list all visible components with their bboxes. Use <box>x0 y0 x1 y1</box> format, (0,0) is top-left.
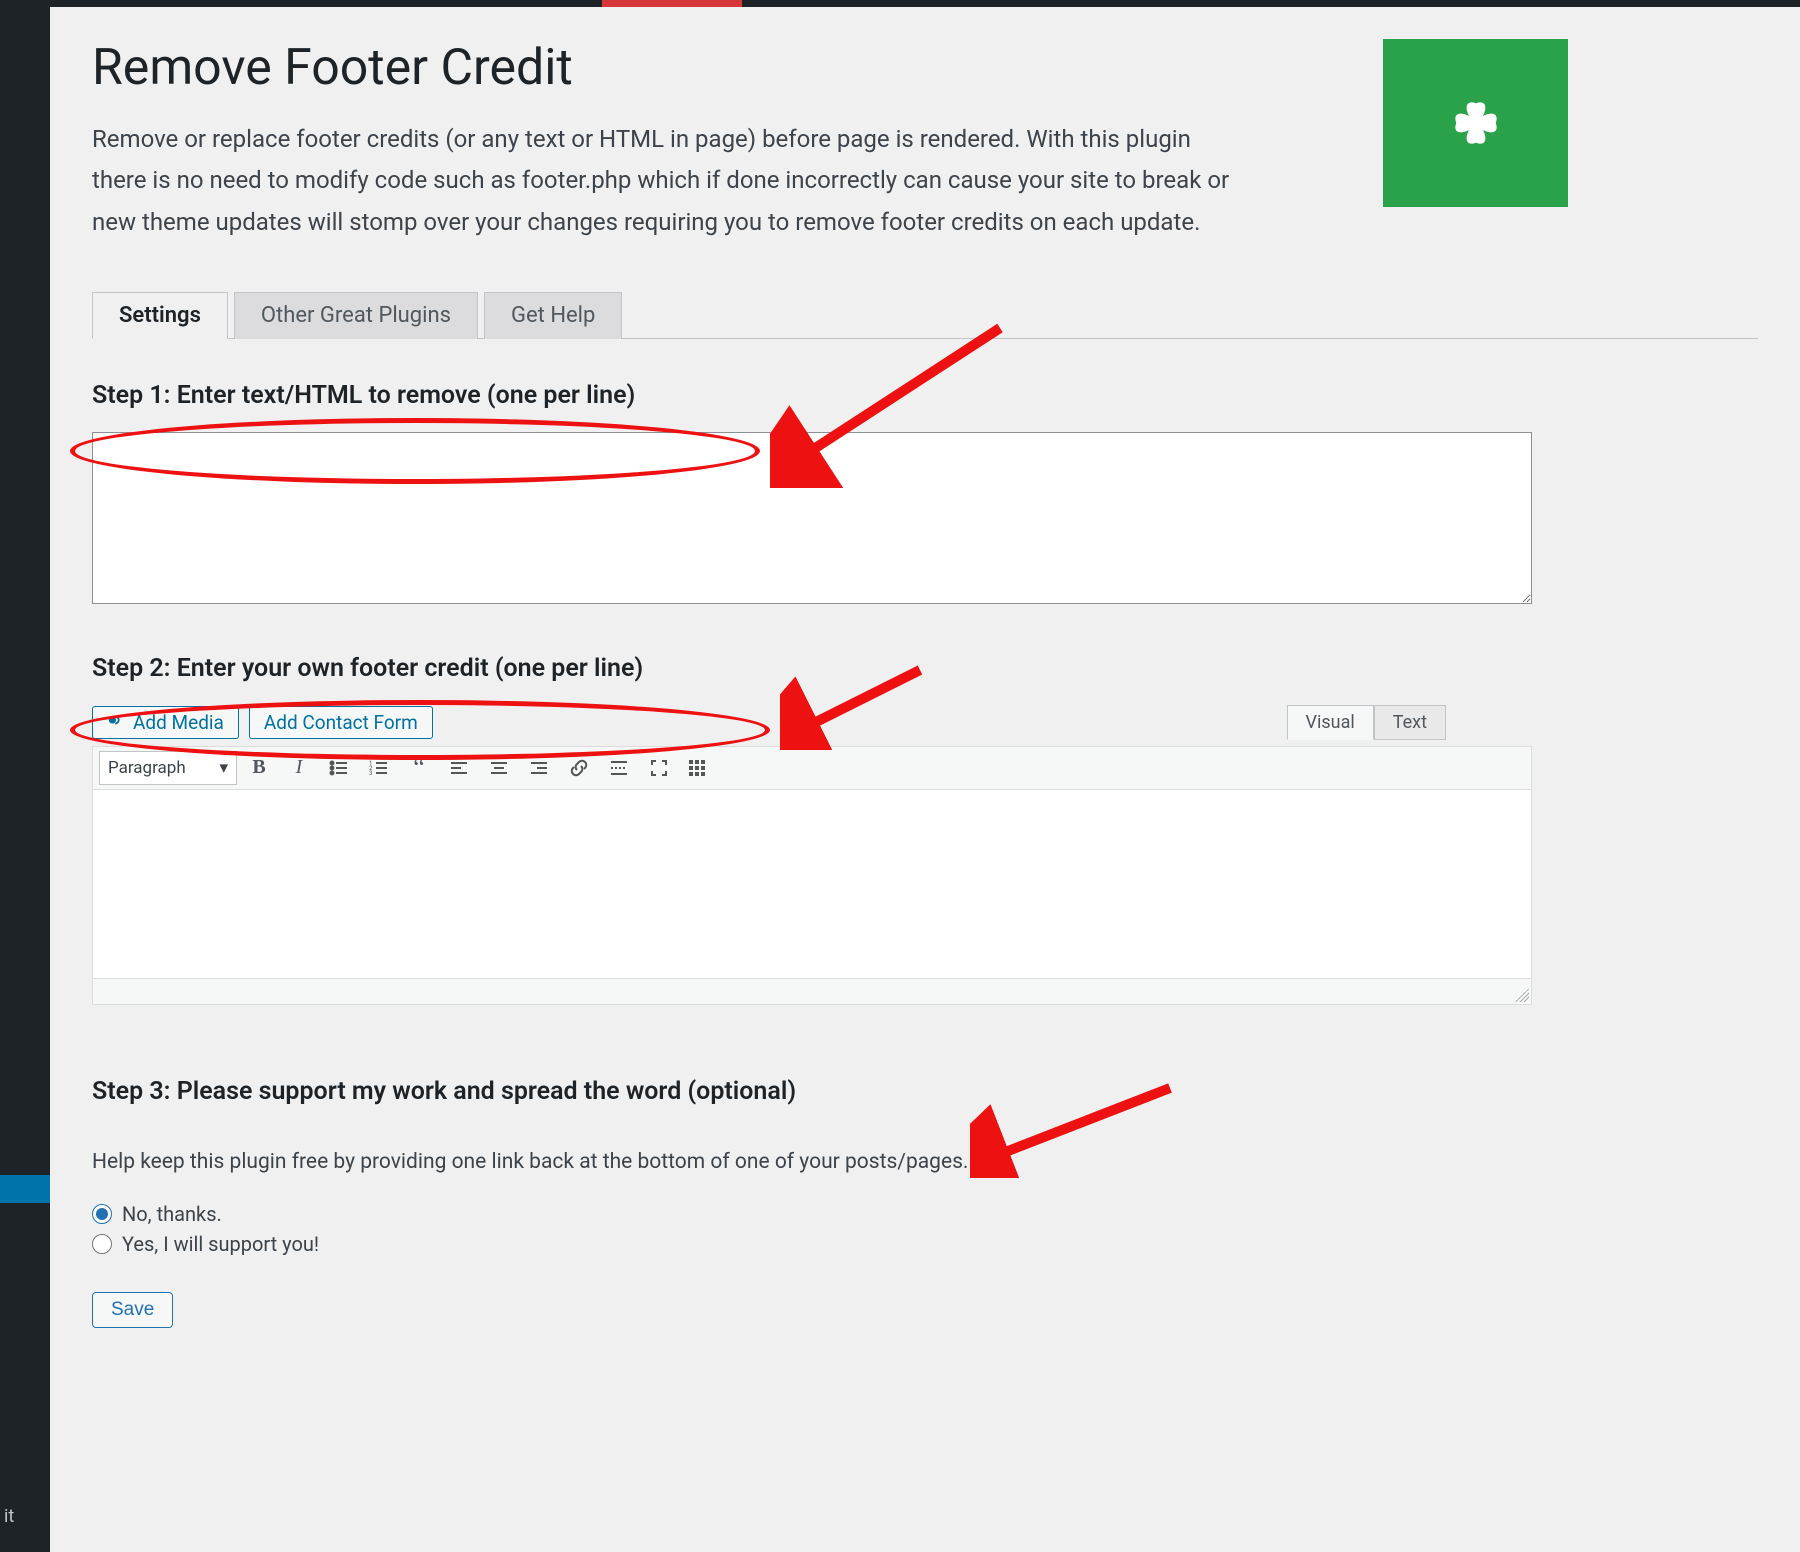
add-media-label: Add Media <box>133 711 224 734</box>
editor-statusbar[interactable] <box>93 978 1531 1004</box>
admin-sidebar: it <box>0 7 50 1552</box>
numbered-list-button[interactable]: 123 <box>361 751 397 785</box>
settings-page: Remove Footer Credit Remove or replace f… <box>50 7 1800 1552</box>
blockquote-button[interactable]: “ <box>401 751 437 785</box>
plugin-logo <box>1383 39 1568 207</box>
wysiwyg-editor: Paragraph ▾ B I 123 “ <box>92 746 1532 1005</box>
save-button[interactable]: Save <box>92 1292 173 1328</box>
align-right-button[interactable] <box>521 751 557 785</box>
editor-tab-text[interactable]: Text <box>1374 705 1446 740</box>
add-media-button[interactable]: Add Media <box>92 706 239 739</box>
toolbar-toggle-button[interactable] <box>681 751 717 785</box>
chevron-down-icon: ▾ <box>219 758 228 778</box>
admin-topbar <box>0 0 1800 7</box>
editor-content-area[interactable] <box>93 790 1531 978</box>
format-select[interactable]: Paragraph ▾ <box>99 751 237 785</box>
support-description: Help keep this plugin free by providing … <box>92 1150 1758 1174</box>
bold-button[interactable]: B <box>241 751 277 785</box>
tab-get-help[interactable]: Get Help <box>484 292 622 339</box>
radio-yes-input[interactable] <box>92 1234 112 1254</box>
align-left-button[interactable] <box>441 751 477 785</box>
svg-text:3: 3 <box>369 770 372 777</box>
add-contact-form-button[interactable]: Add Contact Form <box>249 706 433 739</box>
radio-yes-label: Yes, I will support you! <box>122 1232 319 1256</box>
fullscreen-button[interactable] <box>641 751 677 785</box>
editor-tab-visual[interactable]: Visual <box>1287 705 1374 740</box>
read-more-button[interactable] <box>601 751 637 785</box>
settings-tabs: Settings Other Great Plugins Get Help <box>92 291 1758 339</box>
step3-heading: Step 3: Please support my work and sprea… <box>92 1077 796 1106</box>
add-contact-form-label: Add Contact Form <box>264 711 418 734</box>
radio-no-label: No, thanks. <box>122 1202 222 1226</box>
italic-button[interactable]: I <box>281 751 317 785</box>
sidebar-active-marker[interactable] <box>0 1175 50 1203</box>
editor-toolbar: Paragraph ▾ B I 123 “ <box>93 747 1531 790</box>
link-button[interactable] <box>561 751 597 785</box>
topbar-alert-segment <box>602 0 742 7</box>
step1-heading: Step 1: Enter text/HTML to remove (one p… <box>92 381 635 410</box>
format-select-value: Paragraph <box>108 758 186 778</box>
clover-icon <box>1441 88 1511 158</box>
radio-no-thanks[interactable]: No, thanks. <box>92 1202 1758 1226</box>
page-description: Remove or replace footer credits (or any… <box>92 119 1232 243</box>
radio-yes-support[interactable]: Yes, I will support you! <box>92 1232 1758 1256</box>
media-icon <box>107 711 125 734</box>
tab-other-plugins[interactable]: Other Great Plugins <box>234 292 478 339</box>
sidebar-item-fragment: it <box>4 1506 14 1527</box>
radio-no-input[interactable] <box>92 1204 112 1224</box>
tab-settings[interactable]: Settings <box>92 292 228 339</box>
step2-heading: Step 2: Enter your own footer credit (on… <box>92 654 643 683</box>
align-center-button[interactable] <box>481 751 517 785</box>
bullet-list-button[interactable] <box>321 751 357 785</box>
remove-text-input[interactable] <box>92 432 1532 604</box>
